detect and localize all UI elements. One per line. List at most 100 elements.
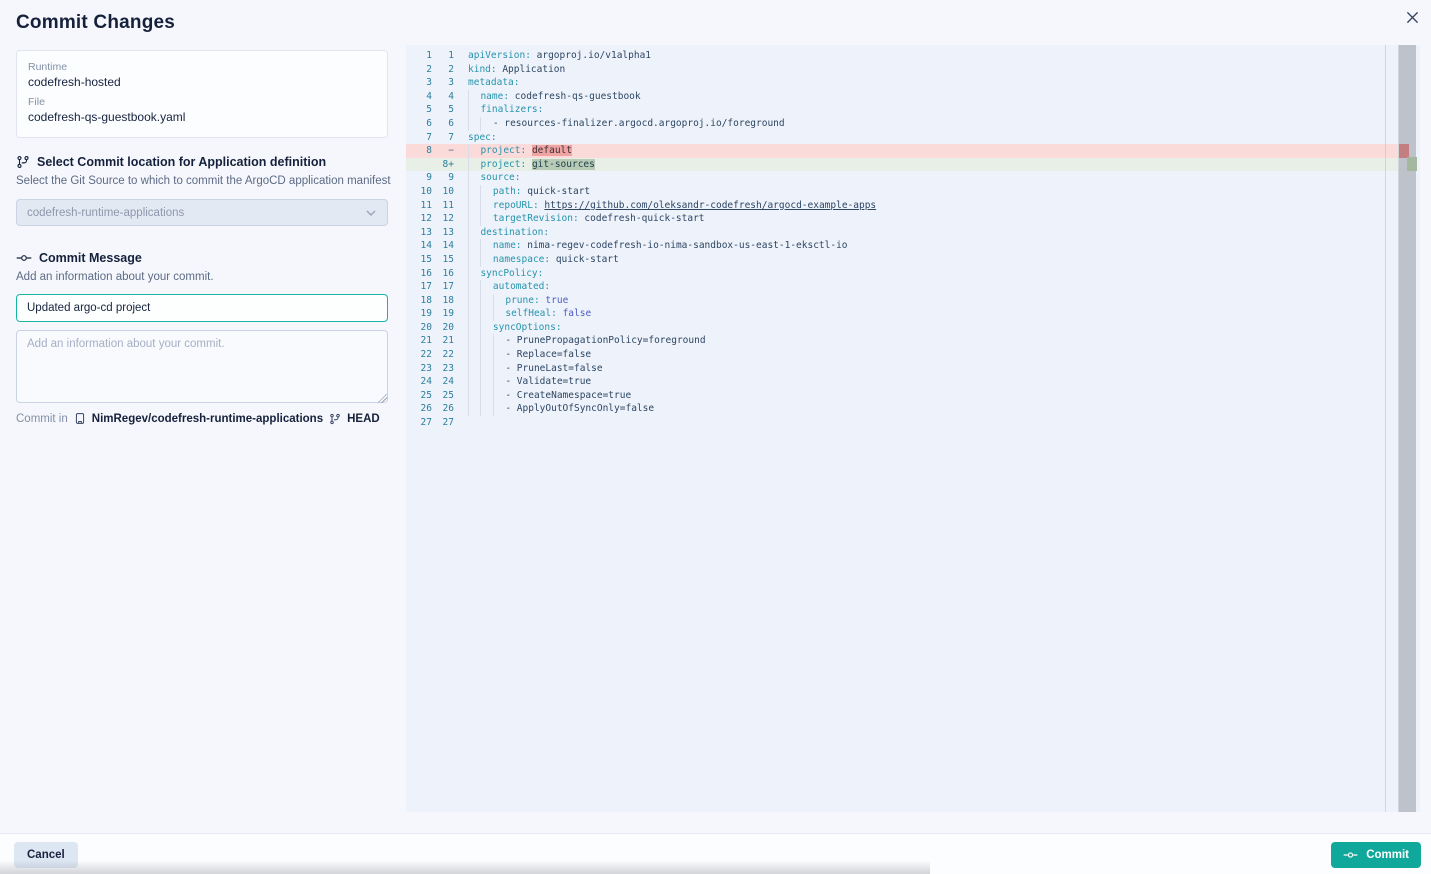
indent-guide — [468, 185, 480, 199]
diff-line: 1212 targetRevision: codefresh-quick-sta… — [406, 212, 1398, 226]
file-label: File — [28, 96, 376, 108]
chevron-down-icon — [365, 207, 377, 219]
indent-guide — [468, 321, 480, 335]
runtime-file-card: Runtime codefresh-hosted File codefresh-… — [16, 50, 388, 138]
indent-guide — [493, 362, 505, 376]
code-token: project: — [480, 145, 526, 156]
code-token: - PrunePropagationPolicy=foreground — [505, 335, 705, 346]
code-token: syncOptions: — [493, 322, 562, 333]
page-title: Commit Changes — [16, 12, 175, 34]
commit-description-textarea[interactable] — [16, 330, 388, 403]
diff-line: 1515 namespace: quick-start — [406, 253, 1398, 267]
line-number-modified: 20 — [432, 321, 460, 335]
line-number-modified: 8+ — [432, 158, 460, 172]
indent-guide — [468, 158, 480, 172]
line-content: syncPolicy: — [460, 267, 543, 281]
commit-summary-input[interactable] — [16, 294, 388, 322]
line-number-original: 18 — [406, 294, 432, 308]
line-number-modified: 23 — [432, 362, 460, 376]
indent-guide — [493, 294, 505, 308]
line-content: name: nima-regev-codefresh-io-nima-sandb… — [460, 239, 848, 253]
line-number-modified: 14 — [432, 239, 460, 253]
code-token: spec: — [468, 132, 497, 143]
indent-guide — [468, 362, 480, 376]
repo-url-link[interactable]: https://github.com/oleksandr-codefresh/a… — [544, 200, 876, 211]
code-token: quick-start — [522, 186, 591, 197]
overview-ruler-scrollbar[interactable] — [1398, 45, 1416, 812]
line-number-modified: 7 — [432, 131, 460, 145]
indent-guide — [468, 103, 480, 117]
cancel-button[interactable]: Cancel — [14, 842, 78, 868]
code-token: argoproj.io/v1alpha1 — [531, 50, 651, 61]
code-token: finalizers: — [480, 104, 543, 115]
line-number-modified: 4 — [432, 90, 460, 104]
overview-ruler-deleted-mark — [1399, 144, 1409, 158]
commit-button-label: Commit — [1366, 849, 1409, 861]
diff-line: 11apiVersion: argoproj.io/v1alpha1 — [406, 49, 1398, 63]
diff-line: 1919 selfHeal: false — [406, 307, 1398, 321]
line-number-modified: 17 — [432, 280, 460, 294]
line-number-original: 21 — [406, 334, 432, 348]
line-content: targetRevision: codefresh-quick-start — [460, 212, 705, 226]
line-number-original: 19 — [406, 307, 432, 321]
line-number-modified: 12 — [432, 212, 460, 226]
code-token: prune: — [505, 295, 539, 306]
indent-guide — [468, 199, 480, 213]
diff-line: 2121 - PrunePropagationPolicy=foreground — [406, 334, 1398, 348]
indent-guide — [480, 334, 492, 348]
diff-line: 8− project: default — [406, 144, 1398, 158]
line-number-modified: 13 — [432, 226, 460, 240]
commit-message-header: Commit Message — [16, 251, 142, 265]
code-token: namespace: — [493, 254, 550, 265]
code-token: - ApplyOutOfSyncOnly=false — [505, 403, 654, 414]
code-token: nima-regev-codefresh-io-nima-sandbox-us-… — [522, 240, 848, 251]
editor-content-border — [1385, 45, 1386, 812]
code-token: - resources-finalizer.argocd.argoproj.io… — [493, 118, 785, 129]
runtime-value: codefresh-hosted — [28, 75, 376, 89]
git-source-selected-value: codefresh-runtime-applications — [27, 207, 184, 219]
diff-line: 2626 - ApplyOutOfSyncOnly=false — [406, 402, 1398, 416]
indent-guide — [493, 348, 505, 362]
code-token: quick-start — [550, 254, 619, 265]
line-content: metadata: — [460, 76, 519, 90]
line-number-modified: 26 — [432, 402, 460, 416]
commit-target-ref: HEAD — [347, 413, 380, 425]
line-number-modified: 9 — [432, 171, 460, 185]
diff-line: 1818 prune: true — [406, 294, 1398, 308]
line-number-modified: 19 — [432, 307, 460, 321]
diff-line: 2222 - Replace=false — [406, 348, 1398, 362]
line-content: - Validate=true — [460, 375, 591, 389]
diff-line: 33metadata: — [406, 76, 1398, 90]
line-content: spec: — [460, 131, 497, 145]
line-content: syncOptions: — [460, 321, 562, 335]
indent-guide — [468, 280, 480, 294]
git-commit-icon — [1343, 849, 1358, 861]
line-content: destination: — [460, 226, 549, 240]
git-source-select[interactable]: codefresh-runtime-applications — [16, 199, 388, 226]
code-token: - PruneLast=false — [505, 363, 602, 374]
indent-guide — [468, 253, 480, 267]
line-number-modified: 25 — [432, 389, 460, 403]
line-number-original: 22 — [406, 348, 432, 362]
line-content: prune: true — [460, 294, 568, 308]
indent-guide — [493, 375, 505, 389]
line-number-original: 14 — [406, 239, 432, 253]
line-number-original: 1 — [406, 49, 432, 63]
line-content: - ApplyOutOfSyncOnly=false — [460, 402, 654, 416]
indent-guide — [468, 307, 480, 321]
commit-button[interactable]: Commit — [1331, 842, 1421, 868]
yaml-diff-editor[interactable]: 11apiVersion: argoproj.io/v1alpha122kind… — [406, 45, 1420, 812]
line-number-original: 9 — [406, 171, 432, 185]
close-icon[interactable] — [1401, 6, 1423, 28]
line-number-modified: 2 — [432, 63, 460, 77]
line-number-original: 27 — [406, 416, 432, 430]
indent-guide — [480, 253, 492, 267]
line-content: - resources-finalizer.argocd.argoproj.io… — [460, 117, 785, 131]
line-number-modified: 16 — [432, 267, 460, 281]
code-token: destination: — [480, 227, 549, 238]
line-number-original: 26 — [406, 402, 432, 416]
indent-guide — [493, 389, 505, 403]
diff-line: 2727 — [406, 416, 1398, 430]
commit-target-row: Commit in NimRegev/codefresh-runtime-app… — [16, 412, 380, 425]
code-token: true — [545, 295, 568, 306]
